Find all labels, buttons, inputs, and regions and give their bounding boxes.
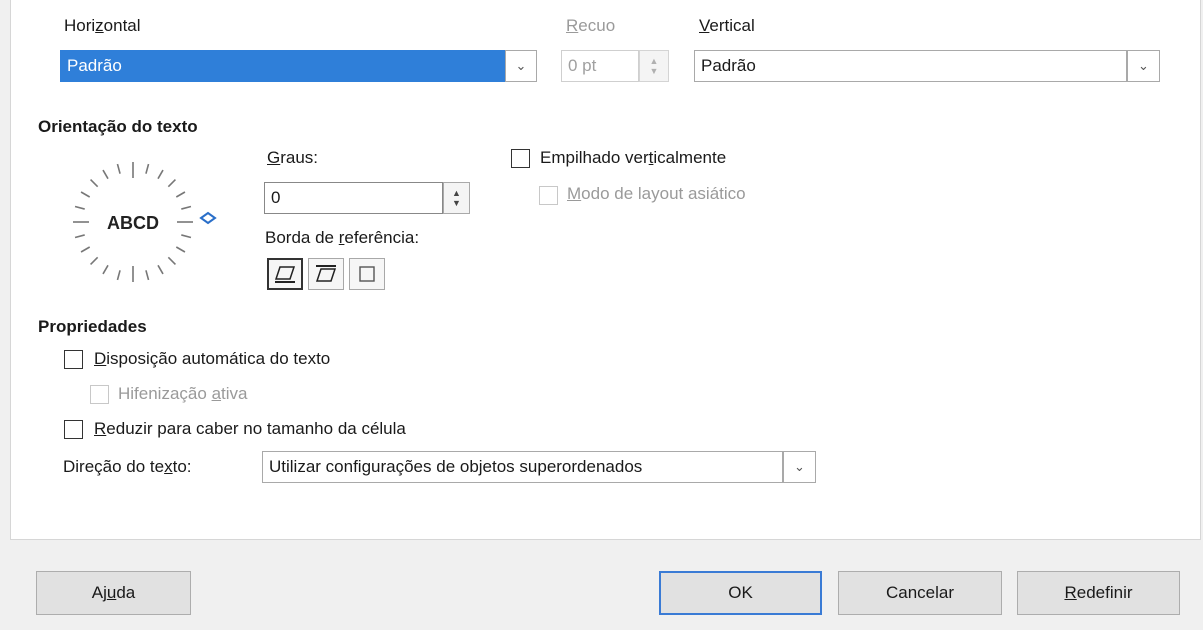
- horizontal-label: Horizontal: [64, 16, 141, 35]
- dial-tick: [102, 264, 109, 275]
- properties-heading: Propriedades: [38, 317, 147, 336]
- dial-tick: [157, 169, 164, 180]
- chevron-down-icon: ⌄: [794, 459, 805, 474]
- vertical-dropdown-button[interactable]: ⌄: [1127, 50, 1160, 82]
- cell-inside-icon: [359, 266, 375, 282]
- rotation-dial[interactable]: ABCD: [58, 152, 228, 297]
- dial-tick: [145, 270, 150, 281]
- dial-tick: [181, 205, 192, 210]
- help-button[interactable]: Aj u da: [36, 571, 191, 615]
- bottom-edge-icon: [274, 266, 296, 283]
- ok-button-label: OK: [728, 583, 753, 602]
- dial-tick: [167, 256, 176, 265]
- dial-text: ABCD: [107, 213, 159, 233]
- spin-down-icon: ▼: [452, 198, 461, 208]
- degrees-input[interactable]: 0: [264, 182, 443, 214]
- stacked-vertically-label: Empilhado verticalmente: [540, 148, 727, 167]
- asian-layout-checkbox[interactable]: [539, 186, 558, 205]
- vertical-value: Padrão: [701, 56, 756, 75]
- indent-spinner[interactable]: ▲ ▼: [639, 50, 669, 82]
- dial-tick: [74, 234, 85, 239]
- reference-inside-button[interactable]: [349, 258, 385, 290]
- dial-tick: [175, 246, 186, 253]
- dial-tick: [116, 270, 121, 281]
- shrink-to-fit-checkbox[interactable]: [64, 420, 83, 439]
- dial-tick: [145, 163, 150, 174]
- indent-value: 0 pt: [568, 56, 597, 75]
- reference-bottom-edge-button[interactable]: [267, 258, 303, 290]
- text-direction-value: Utilizar configurações de objetos supero…: [269, 457, 643, 476]
- top-edge-icon: [315, 265, 337, 282]
- vertical-select[interactable]: Padrão: [694, 50, 1127, 82]
- horizontal-dropdown-button[interactable]: ⌄: [505, 50, 537, 82]
- chevron-down-icon: ⌄: [1138, 58, 1149, 73]
- text-orientation-heading: Orientação do texto: [38, 117, 198, 136]
- spin-down-icon: ▼: [649, 66, 659, 76]
- dial-tick: [80, 246, 91, 253]
- degrees-value: 0: [271, 188, 281, 207]
- degrees-spinner[interactable]: ▲ ▼: [443, 182, 470, 214]
- dial-tick: [116, 163, 121, 174]
- cancel-button-label: Cancelar: [885, 583, 955, 602]
- dial-tick: [102, 169, 109, 180]
- angle-marker-icon[interactable]: [199, 211, 217, 225]
- degrees-label: Graus:: [267, 148, 319, 167]
- asian-layout-label: Modo de layout asiático: [567, 184, 746, 203]
- chevron-down-icon: ⌄: [515, 58, 527, 73]
- stacked-vertically-checkbox[interactable]: [511, 149, 530, 168]
- dial-tick: [80, 191, 91, 198]
- spin-up-icon: ▲: [452, 188, 461, 198]
- horizontal-value: Padrão: [67, 56, 122, 75]
- wrap-text-label: Disposição automática do texto: [94, 349, 331, 368]
- shrink-to-fit-label: Reduzir para caber no tamanho da célula: [94, 419, 406, 438]
- vertical-label: Vertical: [699, 16, 755, 35]
- text-direction-select[interactable]: Utilizar configurações de objetos supero…: [262, 451, 783, 483]
- spin-up-icon: ▲: [649, 56, 659, 66]
- dial-tick: [74, 205, 85, 210]
- wrap-text-checkbox[interactable]: [64, 350, 83, 369]
- reference-edge-label: Borda de referência:: [265, 228, 420, 247]
- cancel-button[interactable]: Cancelar: [838, 571, 1002, 615]
- dial-tick: [90, 256, 99, 265]
- dial-tick: [175, 191, 186, 198]
- dial-tick: [167, 179, 176, 188]
- reference-top-edge-button[interactable]: [308, 258, 344, 290]
- dial-tick: [157, 264, 164, 275]
- dial-tick: [181, 234, 192, 239]
- text-direction-label: Direção do texto:: [63, 457, 192, 476]
- reset-button[interactable]: Redefinir: [1017, 571, 1180, 615]
- indent-input[interactable]: 0 pt: [561, 50, 639, 82]
- horizontal-select[interactable]: Padrão: [60, 50, 505, 82]
- hyphenation-checkbox[interactable]: [90, 385, 109, 404]
- ok-button[interactable]: OK: [659, 571, 822, 615]
- indent-label: Recuo: [566, 16, 616, 35]
- text-direction-dropdown-button[interactable]: ⌄: [783, 451, 816, 483]
- dial-tick: [90, 179, 99, 188]
- hyphenation-label: Hifenização ativa: [118, 384, 248, 403]
